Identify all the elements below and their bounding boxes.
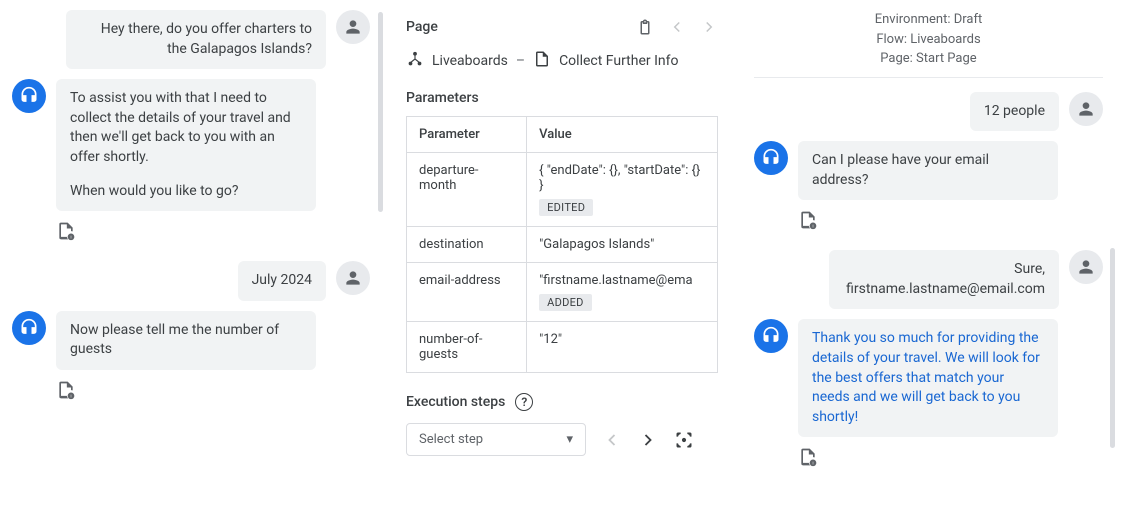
message-bubble: Now please tell me the number of guests (56, 311, 316, 370)
scrollbar-thumb[interactable] (378, 12, 383, 212)
user-avatar-icon (1069, 250, 1103, 284)
param-value-text: { "endDate": {}, "startDate": {} } (539, 163, 700, 193)
message-row: July 2024 (12, 261, 370, 301)
table-row: email-address "firstname.lastname@ema AD… (407, 263, 718, 322)
svg-text:i: i (70, 394, 71, 399)
agent-avatar-icon (12, 79, 46, 113)
chevron-down-icon: ▾ (566, 432, 573, 447)
env-line: Flow: Liveaboards (754, 30, 1103, 50)
page-label: Page (406, 19, 438, 35)
prev-icon[interactable] (668, 18, 686, 36)
message-row: Sure, firstname.lastname@email.com (754, 250, 1103, 309)
document-log-icon[interactable]: i (56, 221, 370, 245)
chat-panel-right: Environment: Draft Flow: Liveaboards Pag… (736, 0, 1121, 507)
message-text: When would you like to go? (70, 182, 302, 202)
crumb-flow[interactable]: Liveaboards (432, 53, 508, 69)
message-bubble: To assist you with that I need to collec… (56, 79, 316, 211)
message-bubble: 12 people (970, 92, 1059, 132)
env-line: Page: Start Page (754, 49, 1103, 69)
table-row: number-of-guests "12" (407, 322, 718, 373)
chat-panel-left: Hey there, do you offer charters to the … (0, 0, 388, 507)
message-bubble: Can I please have your email address? (798, 141, 1058, 200)
message-row: Can I please have your email address? (754, 141, 1103, 200)
debug-panel: Page Liveaboards – Collect Further Info … (388, 0, 736, 507)
edited-chip: EDITED (539, 199, 593, 216)
flow-icon (406, 50, 424, 72)
user-avatar-icon (336, 261, 370, 295)
parameters-label: Parameters (406, 90, 718, 106)
message-row: Hey there, do you offer charters to the … (12, 10, 370, 69)
param-name: email-address (407, 263, 527, 322)
help-icon[interactable]: ? (515, 393, 533, 411)
user-avatar-icon (1069, 92, 1103, 126)
message-bubble: Thank you so much for providing the deta… (798, 319, 1058, 437)
param-value: { "endDate": {}, "startDate": {} } EDITE… (527, 153, 718, 227)
message-bubble: Sure, firstname.lastname@email.com (829, 250, 1059, 309)
svg-text:i: i (70, 236, 71, 241)
crumb-separator: – (516, 53, 525, 69)
param-name: destination (407, 227, 527, 263)
svg-text:i: i (812, 462, 813, 467)
table-row: destination "Galapagos Islands" (407, 227, 718, 263)
agent-avatar-icon (12, 311, 46, 345)
step-prev-icon[interactable] (602, 430, 622, 450)
message-bubble: July 2024 (238, 261, 326, 301)
param-name: departure-month (407, 153, 527, 227)
document-log-icon[interactable]: i (798, 210, 1103, 234)
col-parameter: Parameter (407, 117, 527, 153)
execution-steps-header: Execution steps ? (406, 393, 718, 411)
user-avatar-icon (336, 10, 370, 44)
select-step-dropdown[interactable]: Select step ▾ (406, 423, 586, 456)
env-line: Environment: Draft (754, 10, 1103, 30)
page-icon (533, 50, 551, 72)
added-chip: ADDED (539, 294, 592, 311)
param-value: "12" (527, 322, 718, 373)
environment-header: Environment: Draft Flow: Liveaboards Pag… (754, 10, 1103, 78)
agent-avatar-icon (754, 141, 788, 175)
debug-header: Page (406, 18, 718, 36)
parameters-table: Parameter Value departure-month { "endDa… (406, 116, 718, 373)
execution-steps-label: Execution steps (406, 394, 505, 410)
scrollbar-thumb[interactable] (1110, 248, 1115, 448)
next-icon[interactable] (700, 18, 718, 36)
svg-text:i: i (812, 225, 813, 230)
crumb-page[interactable]: Collect Further Info (559, 53, 678, 69)
select-placeholder: Select step (419, 432, 483, 447)
message-row: 12 people (754, 92, 1103, 132)
param-value-text: "firstname.lastname@ema (539, 273, 693, 288)
agent-avatar-icon (754, 319, 788, 353)
param-value: "Galapagos Islands" (527, 227, 718, 263)
message-row: Now please tell me the number of guests (12, 311, 370, 370)
message-row: To assist you with that I need to collec… (12, 79, 370, 211)
message-text: To assist you with that I need to collec… (70, 89, 302, 167)
table-row: departure-month { "endDate": {}, "startD… (407, 153, 718, 227)
clipboard-icon[interactable] (636, 18, 654, 36)
message-bubble: Hey there, do you offer charters to the … (66, 10, 326, 69)
param-value: "firstname.lastname@ema ADDED (527, 263, 718, 322)
focus-target-icon[interactable] (674, 430, 694, 450)
breadcrumb: Liveaboards – Collect Further Info (406, 50, 718, 72)
step-next-icon[interactable] (638, 430, 658, 450)
col-value: Value (527, 117, 718, 153)
message-row: Thank you so much for providing the deta… (754, 319, 1103, 437)
document-log-icon[interactable]: i (798, 447, 1103, 471)
param-name: number-of-guests (407, 322, 527, 373)
document-log-icon[interactable]: i (56, 380, 370, 404)
